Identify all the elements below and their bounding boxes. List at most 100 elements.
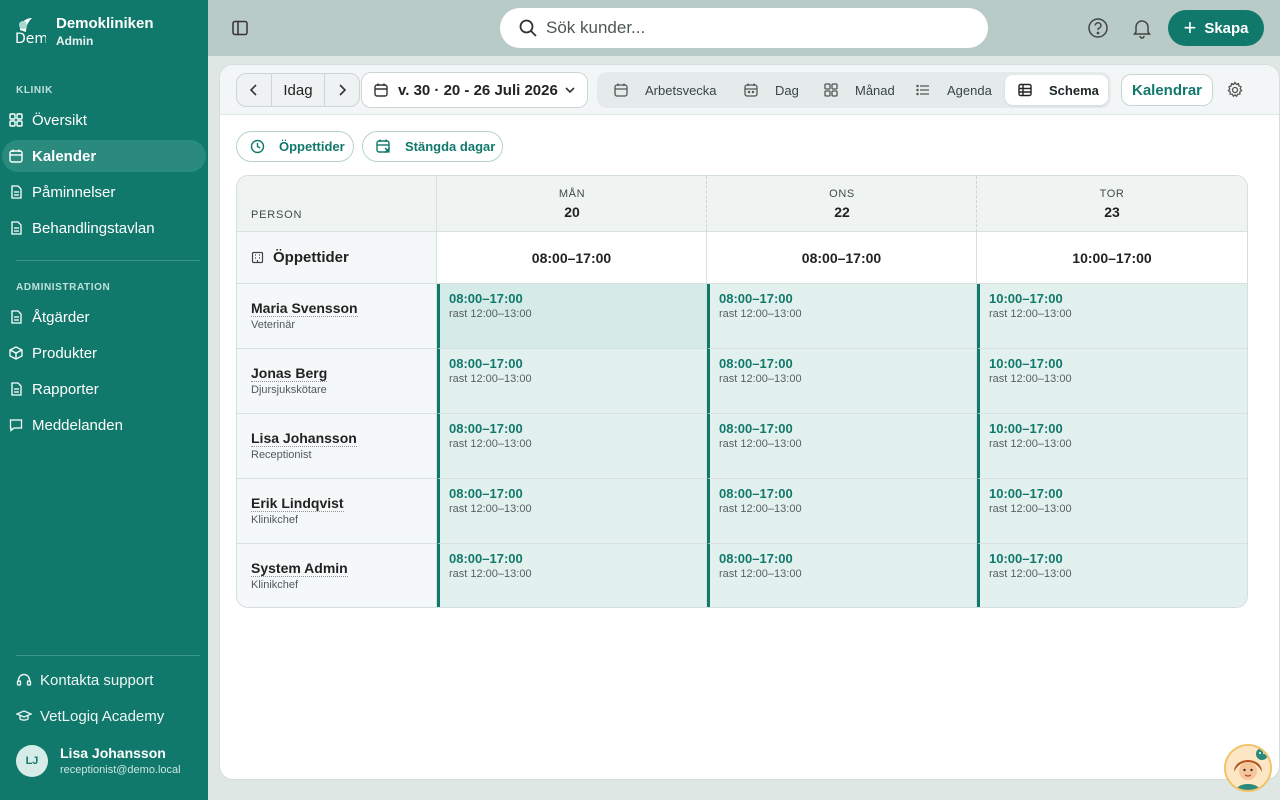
tab-manad[interactable]: Månad [811,75,903,105]
tab-agenda[interactable]: Agenda [903,75,1003,105]
shift-cell[interactable]: 10:00–17:00 rast 12:00–13:00 [977,479,1247,544]
grid-icon [8,112,24,128]
shift-break: rast 12:00–13:00 [449,568,532,580]
shift-cell[interactable]: 08:00–17:00 rast 12:00–13:00 [437,349,707,414]
shift-cell[interactable]: 10:00–17:00 rast 12:00–13:00 [977,349,1247,414]
closed-days-button[interactable]: Stängda dagar [362,131,503,162]
shift-cell[interactable]: 08:00–17:00 rast 12:00–13:00 [437,284,707,349]
chevron-right-icon [339,84,347,96]
opening-hours-button[interactable]: Öppettider [236,131,354,162]
shift-break: rast 12:00–13:00 [449,438,532,450]
shift-cell[interactable]: 08:00–17:00 rast 12:00–13:00 [707,349,977,414]
sidebar-item-paminnelser[interactable]: Påminnelser [2,176,206,208]
user-email: receptionist@demo.local [60,764,181,776]
list-icon [915,82,931,98]
next-week-button[interactable] [325,74,359,106]
week-picker[interactable]: v. 30 · 20 - 26 Juli 2026 [361,72,588,108]
search-icon [518,18,538,38]
person-role: Veterinär [251,319,296,331]
shift-break: rast 12:00–13:00 [989,438,1072,450]
shift-break: rast 12:00–13:00 [719,373,802,385]
shift-cell[interactable]: 08:00–17:00 rast 12:00–13:00 [707,544,977,607]
shift-break: rast 12:00–13:00 [989,568,1072,580]
shift-cell[interactable]: 08:00–17:00 rast 12:00–13:00 [437,544,707,607]
person-row-label: System Admin Klinikchef [237,544,437,607]
sidebar-item-behandlingstavlan[interactable]: Behandlingstavlan [2,212,206,244]
sidebar-item-label: Kalender [32,147,97,165]
shift-time: 10:00–17:00 [989,486,1063,501]
person-row-label: Jonas Berg Djursjukskötare [237,349,437,414]
day-header-mon: MÅN 20 [437,176,707,232]
calendar-x-icon [375,139,391,155]
search-input[interactable] [546,18,966,38]
shift-cell[interactable]: 08:00–17:00 rast 12:00–13:00 [707,479,977,544]
sidebar-item-produkter[interactable]: Produkter [2,337,206,369]
sidebar-item-meddelanden[interactable]: Meddelanden [2,409,206,441]
sidebar-toggle-icon[interactable] [230,18,250,38]
previous-week-button[interactable] [237,74,271,106]
academy-link[interactable]: VetLogiq Academy [16,704,164,728]
person-name[interactable]: Jonas Berg [251,365,328,382]
sidebar-divider [16,655,200,656]
shift-cell[interactable]: 10:00–17:00 rast 12:00–13:00 [977,284,1247,349]
calendar-toolbar: Idag v. 30 · 20 - 26 Juli 2026 Arbetsvec… [220,65,1279,115]
day-header-thu: TOR 23 [977,176,1247,232]
today-button[interactable]: Idag [271,74,325,106]
contact-support-link[interactable]: Kontakta support [16,668,153,692]
brand[interactable]: Dem Demokliniken Admin [14,14,204,50]
section-label-admin: ADMINISTRATION [16,282,111,293]
calendars-button[interactable]: Kalendrar [1121,74,1213,106]
box-icon [8,345,24,361]
help-icon[interactable] [1087,17,1109,39]
shift-cell[interactable]: 08:00–17:00 rast 12:00–13:00 [707,284,977,349]
tab-arbetsvecka[interactable]: Arbetsvecka [601,75,731,105]
user-profile[interactable]: LJ Lisa Johansson receptionist@demo.loca… [16,744,206,778]
plus-icon: + [1183,15,1197,40]
shift-cell[interactable]: 08:00–17:00 rast 12:00–13:00 [437,414,707,479]
sidebar-item-rapporter[interactable]: Rapporter [2,373,206,405]
shift-cell[interactable]: 08:00–17:00 rast 12:00–13:00 [707,414,977,479]
shift-break: rast 12:00–13:00 [449,503,532,515]
tab-schema[interactable]: Schema [1005,75,1108,105]
opening-hours-cell: 10:00–17:00 [977,232,1247,284]
shift-cell[interactable]: 08:00–17:00 rast 12:00–13:00 [437,479,707,544]
person-row-label: Erik Lindqvist Klinikchef [237,479,437,544]
search-bar[interactable] [500,8,988,48]
schedule-grid: PERSON MÅN 20 ONS 22 TOR 23 Öppettider 0… [236,175,1248,608]
section-label-clinic: KLINIK [16,85,53,96]
view-tabs: Arbetsvecka Dag Månad Agenda Schema [597,72,1111,108]
shift-time: 08:00–17:00 [449,356,523,371]
tab-label: Schema [1049,82,1099,98]
tab-dag[interactable]: Dag [731,75,811,105]
shift-time: 08:00–17:00 [719,291,793,306]
assistant-avatar-icon [1226,746,1270,790]
sidebar-item-oversikt[interactable]: Översikt [2,104,206,136]
person-name[interactable]: Lisa Johansson [251,430,357,447]
assistant-avatar-button[interactable] [1224,744,1272,792]
sidebar-item-atgarder[interactable]: Åtgärder [2,301,206,333]
sidebar-item-label: Meddelanden [32,416,123,434]
person-name[interactable]: Erik Lindqvist [251,495,344,512]
shift-cell[interactable]: 10:00–17:00 rast 12:00–13:00 [977,544,1247,607]
shift-cell[interactable]: 10:00–17:00 rast 12:00–13:00 [977,414,1247,479]
chevron-down-icon [565,87,575,94]
person-name[interactable]: System Admin [251,560,348,577]
grid-icon [823,82,839,98]
day-header-wed: ONS 22 [707,176,977,232]
person-name[interactable]: Maria Svensson [251,300,358,317]
clinic-role: Admin [56,34,94,48]
notifications-bell-icon[interactable] [1131,17,1153,39]
sidebar-item-label: Översikt [32,111,88,129]
shift-time: 10:00–17:00 [989,551,1063,566]
sidebar: Dem Demokliniken Admin KLINIK Översikt K… [0,0,208,800]
chat-icon [8,417,24,433]
create-button[interactable]: + Skapa [1168,10,1264,46]
sidebar-item-kalender[interactable]: Kalender [2,140,206,172]
person-row-label: Maria Svensson Veterinär [237,284,437,349]
calendar-icon [613,82,629,98]
person-role: Djursjukskötare [251,384,327,396]
shift-time: 08:00–17:00 [449,551,523,566]
gear-icon[interactable] [1226,81,1244,99]
shift-time: 10:00–17:00 [989,356,1063,371]
tab-label: Agenda [947,82,992,98]
